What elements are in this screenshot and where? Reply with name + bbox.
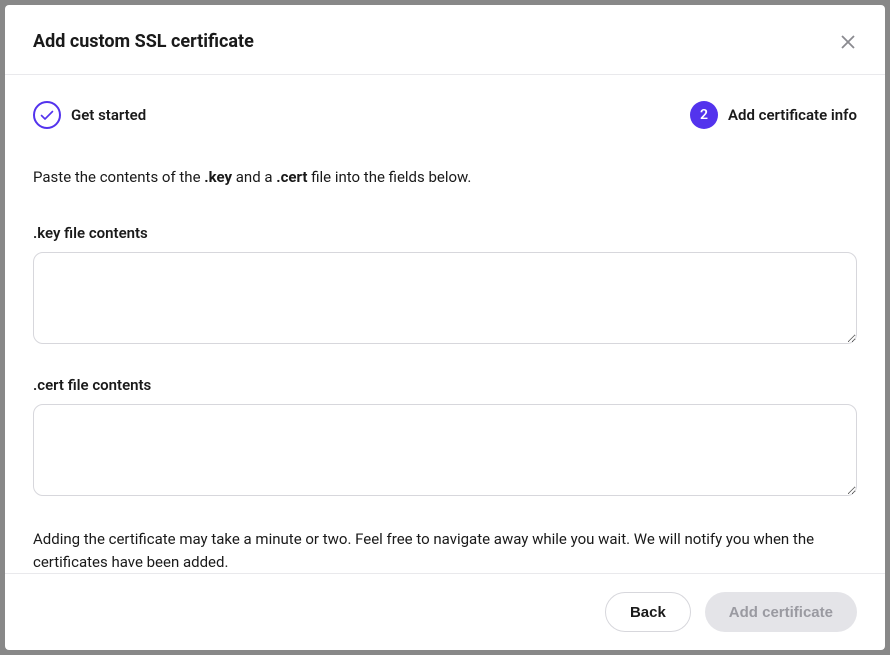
modal-title: Add custom SSL certificate — [33, 31, 254, 52]
instruction-cert-ext: .cert — [276, 168, 307, 186]
step-label: Get started — [71, 106, 146, 124]
key-field-group: .key file contents — [33, 224, 857, 348]
instruction-key-ext: .key — [204, 168, 232, 186]
ssl-certificate-modal: Add custom SSL certificate Get started 2… — [5, 5, 885, 650]
step-label: Add certificate info — [728, 106, 857, 124]
note-text: Adding the certificate may take a minute… — [33, 528, 857, 573]
key-field-label: .key file contents — [33, 224, 857, 242]
checkmark-icon — [33, 101, 61, 129]
step-add-certificate-info: 2 Add certificate info — [690, 101, 857, 129]
instruction-mid: and a — [232, 168, 276, 186]
modal-footer: Back Add certificate — [5, 573, 885, 650]
modal-body: Get started 2 Add certificate info Paste… — [5, 75, 885, 573]
cert-file-textarea[interactable] — [33, 404, 857, 496]
modal-header: Add custom SSL certificate — [5, 5, 885, 75]
stepper: Get started 2 Add certificate info — [33, 101, 857, 129]
cert-field-label: .cert file contents — [33, 376, 857, 394]
instruction-prefix: Paste the contents of the — [33, 168, 204, 186]
step-number-badge: 2 — [690, 101, 718, 129]
back-button[interactable]: Back — [605, 592, 691, 632]
step-get-started[interactable]: Get started — [33, 101, 146, 129]
key-file-textarea[interactable] — [33, 252, 857, 344]
add-certificate-button[interactable]: Add certificate — [705, 592, 857, 632]
close-icon[interactable] — [839, 33, 857, 51]
instruction-suffix: file into the fields below. — [307, 168, 471, 186]
instruction-text: Paste the contents of the .key and a .ce… — [33, 167, 857, 188]
cert-field-group: .cert file contents — [33, 376, 857, 500]
